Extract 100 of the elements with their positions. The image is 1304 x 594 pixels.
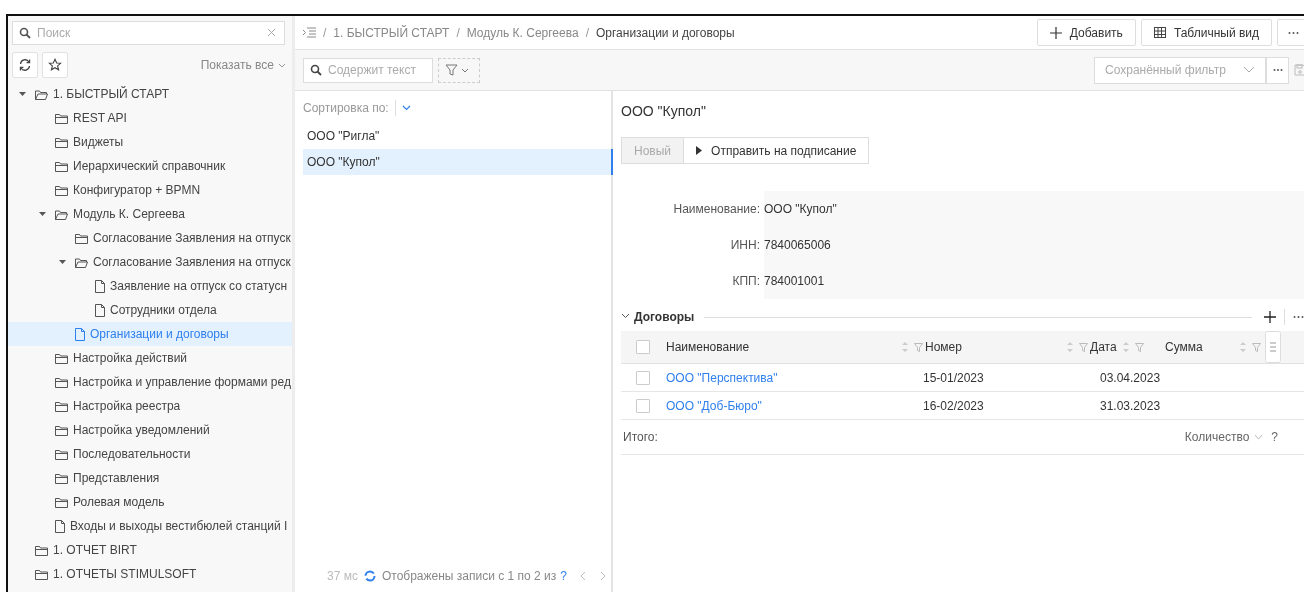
- table-cell: 16-02/2023: [923, 398, 984, 413]
- document-icon: [55, 519, 65, 533]
- tree-item[interactable]: Ролевая модель: [8, 490, 292, 514]
- list-item[interactable]: ООО "Ригла": [303, 123, 613, 149]
- sort-label: Сортировка по:: [303, 101, 389, 115]
- chevron-down-icon: [1243, 65, 1255, 74]
- folder-icon: [55, 496, 68, 508]
- breadcrumb-current: Организации и договоры: [596, 25, 735, 40]
- open-folder-icon: [35, 88, 48, 100]
- tree-item[interactable]: 1. БЫСТРЫЙ СТАРТ: [8, 82, 292, 106]
- sort-icon[interactable]: [1122, 342, 1129, 352]
- folder-icon: [55, 448, 68, 460]
- filter-icon[interactable]: [1252, 342, 1261, 352]
- tree-item[interactable]: Согласование Заявления на отпуск: [8, 250, 292, 274]
- checkbox[interactable]: [635, 370, 650, 385]
- folder-icon: [55, 472, 68, 484]
- tree-item[interactable]: Согласование Заявления на отпуск: [8, 226, 292, 250]
- tree-item[interactable]: 1. ОТЧЕТЫ STIMULSOFT: [8, 562, 292, 586]
- filter-icon[interactable]: [1079, 342, 1088, 352]
- tree-item[interactable]: Настройка реестра: [8, 394, 292, 418]
- tree-item[interactable]: Сотрудники отдела: [8, 298, 292, 322]
- refresh-icon[interactable]: [363, 570, 376, 582]
- folder-icon: [35, 568, 48, 580]
- table-cell: 03.04.2023: [1100, 370, 1161, 385]
- table-link[interactable]: ООО "Перспектива": [666, 370, 778, 385]
- tree-item[interactable]: Иерархический справочник: [8, 154, 292, 178]
- action-button[interactable]: Отправить на подписание: [683, 137, 870, 164]
- column-header[interactable]: Дата: [1090, 340, 1117, 354]
- next-icon[interactable]: [599, 571, 607, 581]
- aggregate-dropdown[interactable]: Количество: [1184, 430, 1264, 444]
- search-icon: [310, 63, 322, 76]
- chevron-down-icon[interactable]: [401, 105, 411, 111]
- column-header[interactable]: Наименование: [666, 340, 896, 354]
- field-value: ООО "Купол": [764, 191, 1304, 227]
- menu-icon[interactable]: [303, 27, 316, 38]
- favorite-button[interactable]: [42, 52, 68, 78]
- sort-icon[interactable]: [1240, 342, 1246, 352]
- list-item[interactable]: ООО "Купол": [303, 149, 613, 175]
- filter-button[interactable]: [438, 57, 480, 83]
- document-icon: [95, 303, 105, 317]
- sort-icon[interactable]: [902, 342, 908, 352]
- tree-item[interactable]: Настройка действий: [8, 346, 292, 370]
- column-header[interactable]: Номер: [925, 340, 1061, 354]
- plus-icon: [1049, 26, 1062, 39]
- add-button[interactable]: Добавить: [1036, 19, 1136, 46]
- tree-item[interactable]: Представления: [8, 466, 292, 490]
- table-link[interactable]: ООО "Доб-Бюро": [666, 398, 762, 413]
- checkbox[interactable]: [635, 340, 650, 354]
- more-button[interactable]: [1277, 19, 1304, 46]
- more-icon: [1288, 30, 1299, 35]
- tree-item[interactable]: Модуль К. Сергеева: [8, 202, 292, 226]
- tree-item[interactable]: Входы и выходы вестибюлей станций I: [8, 514, 292, 538]
- folder-icon: [55, 160, 68, 172]
- star-icon: [48, 58, 62, 72]
- breadcrumb-separator: /: [456, 25, 460, 40]
- total-link[interactable]: ?: [560, 569, 567, 583]
- column-settings-icon[interactable]: [1265, 331, 1281, 363]
- table-icon: [1153, 27, 1166, 38]
- table-cell: 15-01/2023: [923, 370, 984, 385]
- breadcrumb-separator: /: [323, 25, 327, 40]
- breadcrumb-link[interactable]: 1. БЫСТРЫЙ СТАРТ: [333, 25, 450, 40]
- record-title: ООО "Купол": [621, 103, 707, 121]
- tree-item[interactable]: REST API: [8, 106, 292, 130]
- field-label: Наименование:: [672, 202, 761, 216]
- column-header[interactable]: Сумма: [1165, 340, 1234, 354]
- tree-item[interactable]: 1. ОТЧЕТ BIRT: [8, 538, 292, 562]
- document-icon: [95, 279, 105, 293]
- filter-icon[interactable]: [914, 342, 923, 352]
- caret-down-icon[interactable]: [18, 92, 26, 96]
- add-icon[interactable]: [1264, 311, 1276, 323]
- tree-item[interactable]: Заявление на отпуск со статусн: [8, 274, 292, 298]
- refresh-icon: [18, 58, 32, 72]
- load-time: 37 мс: [327, 569, 358, 583]
- chevron-down-icon: [1254, 434, 1264, 440]
- breadcrumb-link[interactable]: Модуль К. Сергеева: [466, 25, 579, 40]
- caret-down-icon[interactable]: [38, 212, 46, 216]
- tree-item[interactable]: Настройка и управление формами ред: [8, 370, 292, 394]
- table-view-button[interactable]: Табличный вид: [1140, 19, 1272, 46]
- saved-filter-dropdown[interactable]: Сохранённый фильтр: [1094, 56, 1266, 84]
- open-folder-icon: [75, 256, 88, 268]
- sort-icon[interactable]: [1067, 342, 1073, 352]
- caret-down-icon[interactable]: [58, 260, 66, 264]
- tree-item[interactable]: Виджеты: [8, 130, 292, 154]
- tree-item[interactable]: Конфигуратор + BPMN: [8, 178, 292, 202]
- checkbox[interactable]: [635, 398, 650, 413]
- tree-item[interactable]: Последовательности: [8, 442, 292, 466]
- save-icon[interactable]: [1294, 64, 1304, 76]
- filter-icon[interactable]: [1134, 342, 1144, 352]
- more-button[interactable]: [1266, 56, 1289, 84]
- refresh-button[interactable]: [12, 52, 38, 78]
- previous-icon[interactable]: [579, 571, 587, 581]
- show-all-dropdown[interactable]: Показать все: [200, 58, 286, 72]
- folder-icon: [55, 352, 68, 364]
- more-icon[interactable]: [1293, 315, 1304, 319]
- more-icon: [1272, 68, 1283, 72]
- close-icon[interactable]: [267, 28, 276, 37]
- tree-item[interactable]: Настройка уведомлений: [8, 418, 292, 442]
- folder-icon: [55, 424, 68, 436]
- search-field[interactable]: Поиск: [12, 21, 285, 45]
- search-field[interactable]: Содержит текст: [303, 57, 433, 83]
